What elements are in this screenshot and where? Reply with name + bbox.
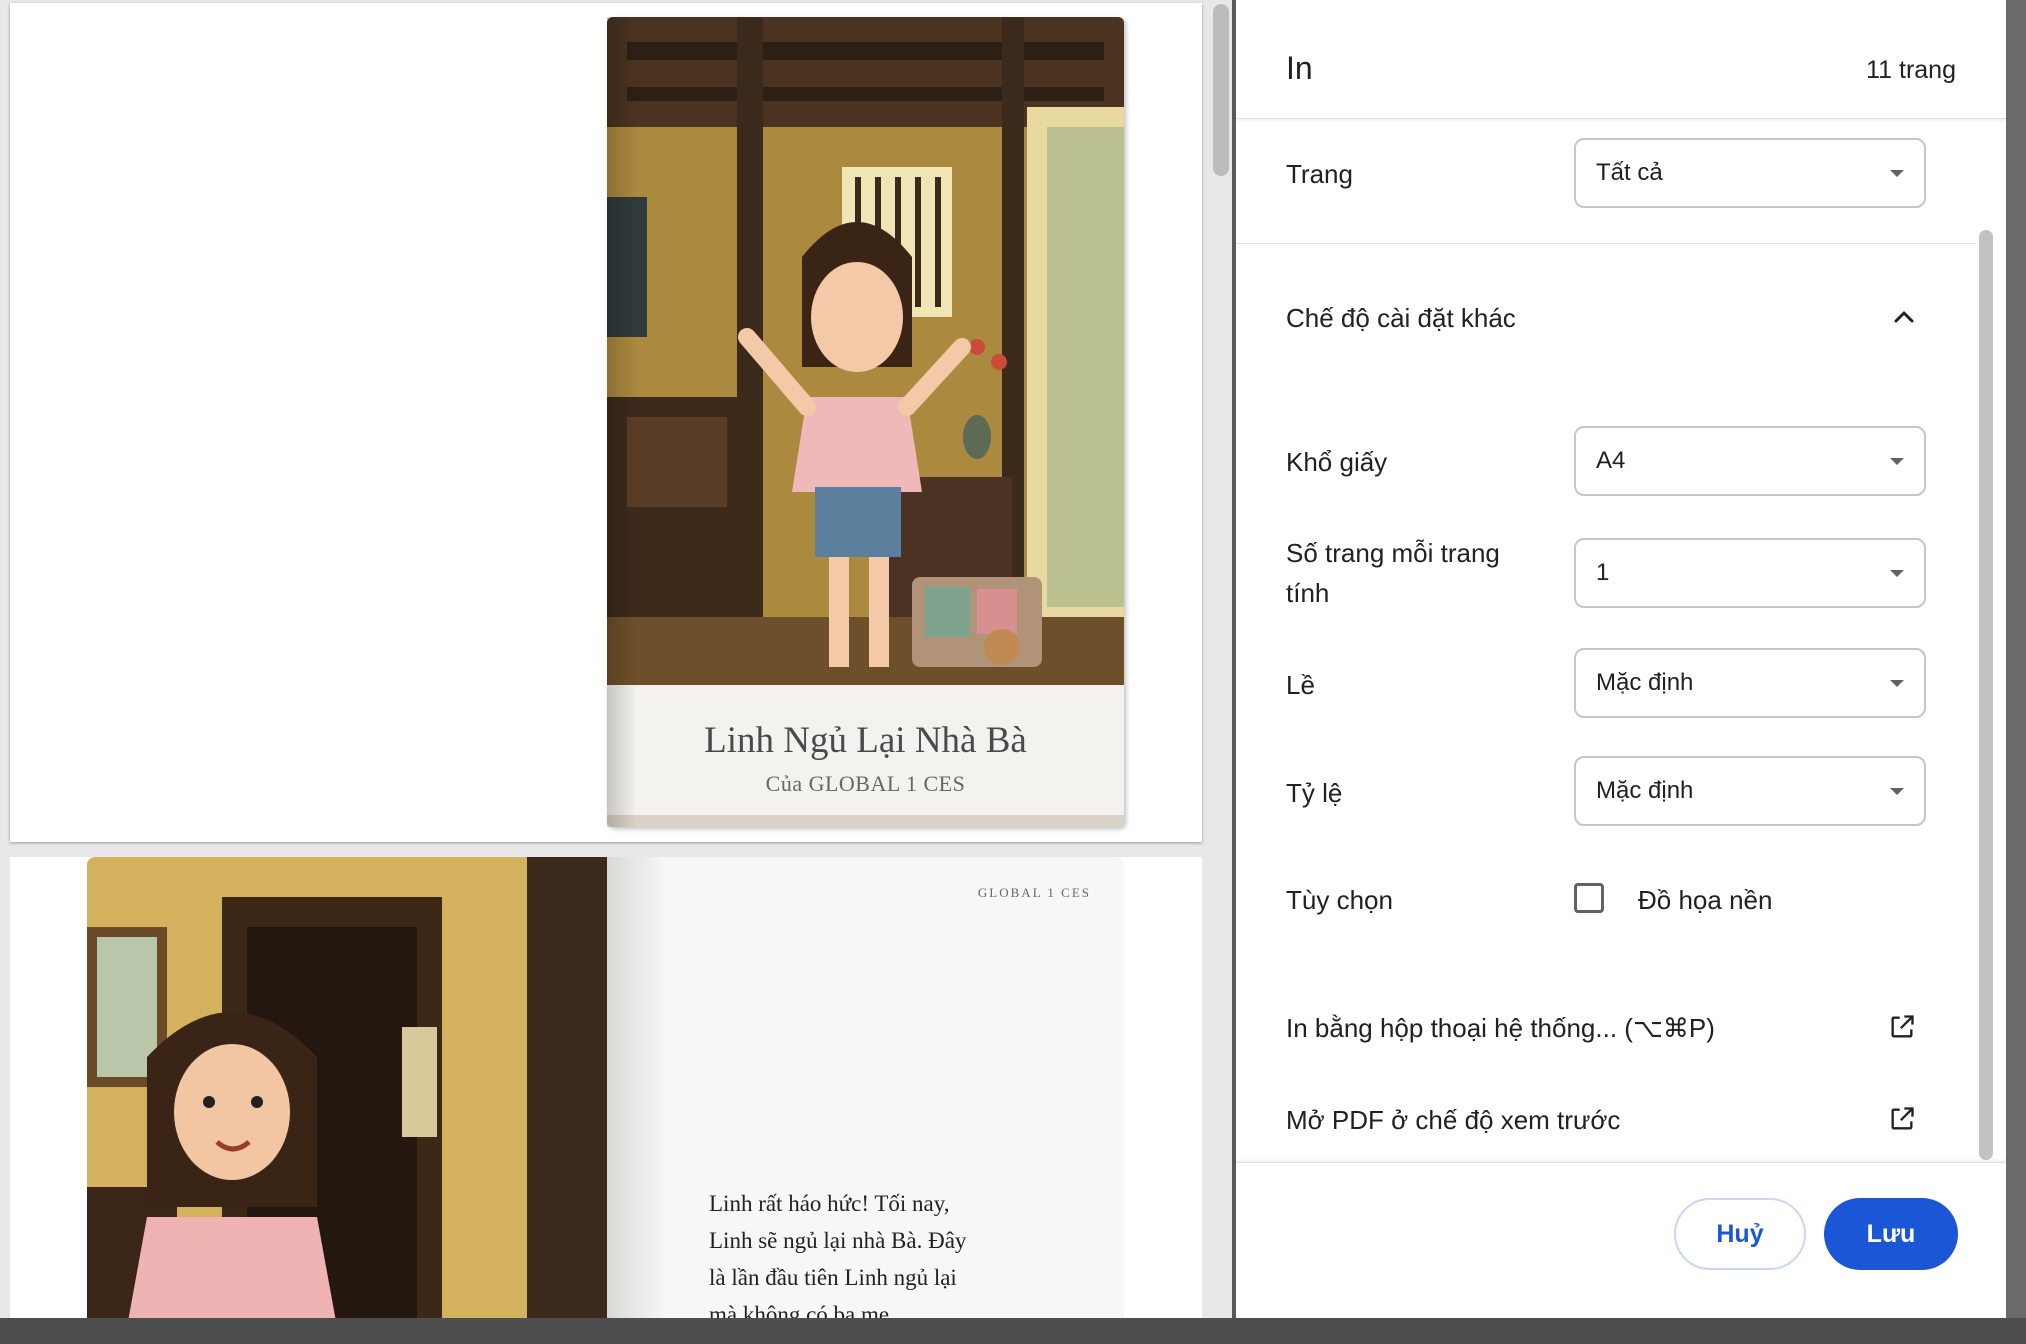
cover-bottom-edge (607, 815, 1124, 827)
external-link-icon[interactable] (1888, 1013, 1916, 1041)
paper-size-label: Khổ giấy (1286, 447, 1388, 477)
divider (1236, 243, 1976, 244)
preview-page-1: Linh Ngủ Lại Nhà Bà Của GLOBAL 1 CES (10, 3, 1202, 842)
book-author: Của GLOBAL 1 CES (765, 771, 966, 796)
paper-size-select-value: A4 (1596, 447, 1626, 474)
margins-select[interactable]: Mặc định (1574, 648, 1926, 718)
dropdown-caret-icon (1890, 458, 1904, 465)
cover-title-band: Linh Ngủ Lại Nhà Bà Của GLOBAL 1 CES (607, 685, 1124, 827)
page-count: 11 trang (1866, 56, 1956, 84)
margins-label: Lề (1286, 670, 1315, 700)
dialog-scrollbar[interactable] (1979, 230, 1993, 1160)
dropdown-caret-icon (1890, 170, 1904, 177)
page-illustration (87, 857, 607, 1318)
story-line: Linh sẽ ngủ lại nhà Bà. Đây (709, 1228, 967, 1253)
more-settings-toggle[interactable]: Chế độ cài đặt khác (1286, 298, 1516, 338)
story-line: là lần đầu tiên Linh ngủ lại (709, 1265, 957, 1290)
background-graphics-label[interactable]: Đồ họa nền (1638, 880, 1772, 920)
print-dialog: In 11 trang Trang Tất cả Chế độ cài đặt … (1236, 0, 2006, 1318)
window-edge (2006, 0, 2026, 1344)
margins-select-value: Mặc định (1596, 669, 1694, 696)
running-head: GLOBAL 1 CES (977, 885, 1091, 900)
window-bottom-edge (0, 1318, 2026, 1344)
dropdown-caret-icon (1890, 680, 1904, 687)
pages-label: Trang (1286, 159, 1353, 189)
external-link-icon[interactable] (1888, 1105, 1916, 1133)
preview-page-2: GLOBAL 1 CES Linh rất háo hức! Tối nay, … (10, 857, 1202, 1318)
pages-per-sheet-label: Số trang mỗi trang tính (1286, 533, 1500, 613)
cover-illustration (607, 17, 1124, 685)
options-label: Tùy chọn (1286, 885, 1393, 915)
cancel-button[interactable]: Huỷ (1674, 1198, 1806, 1270)
story-text: Linh rất háo hức! Tối nay, Linh sẽ ngủ l… (709, 1185, 1029, 1318)
pages-per-sheet-label-line2: tính (1286, 578, 1330, 608)
dialog-footer: Huỷ Lưu (1236, 1162, 2006, 1318)
open-pdf-preview-link[interactable]: Mở PDF ở chế độ xem trước (1286, 1105, 1620, 1136)
dialog-title: In (1286, 50, 1313, 86)
chevron-up-icon[interactable] (1892, 305, 1916, 329)
system-dialog-link[interactable]: In bằng hộp thoại hệ thống... (⌥⌘P) (1286, 1013, 1715, 1044)
dialog-header: In 11 trang (1236, 0, 2006, 119)
dropdown-caret-icon (1890, 570, 1904, 577)
pages-per-sheet-select[interactable]: 1 (1574, 538, 1926, 608)
pages-select-value: Tất cả (1596, 159, 1663, 186)
scale-select[interactable]: Mặc định (1574, 756, 1926, 826)
pages-per-sheet-select-value: 1 (1596, 559, 1610, 586)
preview-scrollbar[interactable] (1213, 4, 1229, 176)
pages-per-sheet-label-line1: Số trang mỗi trang (1286, 538, 1500, 568)
paper-size-select[interactable]: A4 (1574, 426, 1926, 496)
dropdown-caret-icon (1890, 788, 1904, 795)
background-graphics-checkbox[interactable] (1574, 883, 1604, 913)
book-cover: Linh Ngủ Lại Nhà Bà Của GLOBAL 1 CES (607, 17, 1124, 827)
story-line: mà không có ba mẹ. (709, 1302, 895, 1318)
scale-label: Tỷ lệ (1286, 778, 1343, 808)
gutter-shadow (607, 857, 667, 1318)
save-button[interactable]: Lưu (1824, 1198, 1958, 1270)
pages-select[interactable]: Tất cả (1574, 138, 1926, 208)
scale-select-value: Mặc định (1596, 777, 1694, 804)
book-title: Linh Ngủ Lại Nhà Bà (704, 720, 1027, 761)
print-preview-area: Linh Ngủ Lại Nhà Bà Của GLOBAL 1 CES GLO… (0, 0, 1232, 1318)
story-line: Linh rất háo hức! Tối nay, (709, 1191, 950, 1216)
story-page: GLOBAL 1 CES Linh rất háo hức! Tối nay, … (607, 857, 1124, 1318)
